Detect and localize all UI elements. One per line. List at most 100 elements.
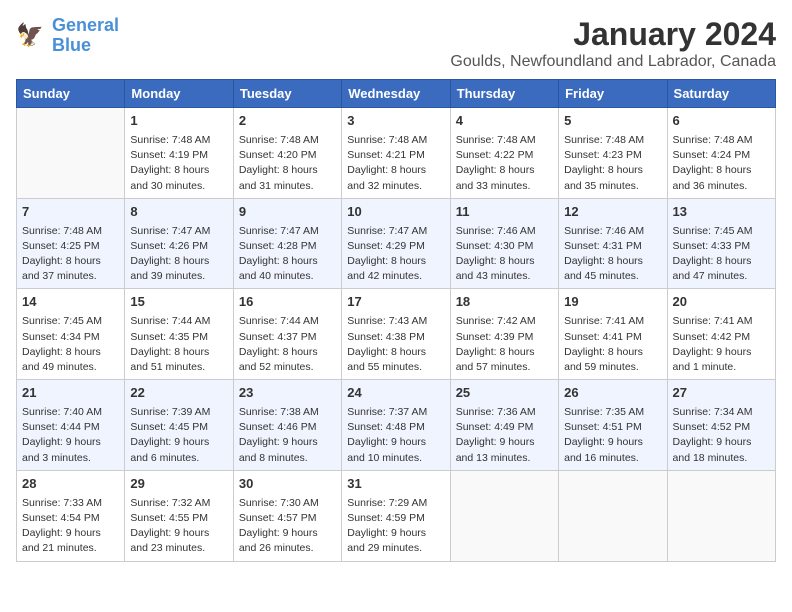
calendar-cell: 25Sunrise: 7:36 AMSunset: 4:49 PMDayligh… xyxy=(450,380,558,471)
day-number: 21 xyxy=(22,384,119,403)
calendar-cell: 27Sunrise: 7:34 AMSunset: 4:52 PMDayligh… xyxy=(667,380,775,471)
calendar-cell: 28 Sunrise: 7:33 AMSunset: 4:54 PMDayligh… xyxy=(17,470,125,561)
calendar-cell: 10Sunrise: 7:47 AMSunset: 4:29 PMDayligh… xyxy=(342,198,450,289)
weekday-header-cell: Wednesday xyxy=(342,80,450,108)
logo-line2: Blue xyxy=(52,35,91,55)
weekday-header-cell: Thursday xyxy=(450,80,558,108)
page-header: 🦅 General Blue January 2024 Goulds, Newf… xyxy=(16,16,776,71)
calendar-cell: 16 Sunrise: 7:44 AMSunset: 4:37 PMDayligh… xyxy=(233,289,341,380)
day-number: 23 xyxy=(239,384,336,403)
day-info: Sunrise: 7:47 AMSunset: 4:26 PMDaylight:… xyxy=(130,224,227,285)
day-number: 18 xyxy=(456,293,553,312)
weekday-header-cell: Tuesday xyxy=(233,80,341,108)
day-info: Sunrise: 7:43 AMSunset: 4:38 PMDaylight:… xyxy=(347,314,444,375)
calendar-cell: 12Sunrise: 7:46 AMSunset: 4:31 PMDayligh… xyxy=(559,198,667,289)
day-number: 13 xyxy=(673,203,770,222)
day-number: 5 xyxy=(564,112,661,131)
logo: 🦅 General Blue xyxy=(16,16,119,56)
day-number: 17 xyxy=(347,293,444,312)
calendar-cell xyxy=(559,470,667,561)
day-info: Sunrise: 7:45 AMSunset: 4:33 PMDaylight:… xyxy=(673,224,770,285)
day-number: 29 xyxy=(130,475,227,494)
day-number: 9 xyxy=(239,203,336,222)
calendar-cell: 20Sunrise: 7:41 AMSunset: 4:42 PMDayligh… xyxy=(667,289,775,380)
day-number: 19 xyxy=(564,293,661,312)
month-title: January 2024 xyxy=(450,16,776,53)
calendar-week-row: 7 Sunrise: 7:48 AMSunset: 4:25 PMDaylight… xyxy=(17,198,776,289)
weekday-header-cell: Monday xyxy=(125,80,233,108)
svg-text:🦅: 🦅 xyxy=(16,21,44,47)
day-info: Sunrise: 7:33 AMSunset: 4:54 PMDaylight:… xyxy=(22,496,119,557)
calendar-cell: 23 Sunrise: 7:38 AMSunset: 4:46 PMDayligh… xyxy=(233,380,341,471)
calendar-cell xyxy=(667,470,775,561)
day-number: 1 xyxy=(130,112,227,131)
calendar-cell: 24 Sunrise: 7:37 AMSunset: 4:48 PMDayligh… xyxy=(342,380,450,471)
day-info: Sunrise: 7:30 AMSunset: 4:57 PMDaylight:… xyxy=(239,496,336,557)
calendar-cell xyxy=(450,470,558,561)
day-info: Sunrise: 7:39 AMSunset: 4:45 PMDaylight:… xyxy=(130,405,227,466)
calendar-cell: 22Sunrise: 7:39 AMSunset: 4:45 PMDayligh… xyxy=(125,380,233,471)
day-info: Sunrise: 7:48 AMSunset: 4:25 PMDaylight:… xyxy=(22,224,119,285)
title-area: January 2024 Goulds, Newfoundland and La… xyxy=(450,16,776,71)
day-number: 31 xyxy=(347,475,444,494)
day-info: Sunrise: 7:41 AMSunset: 4:42 PMDaylight:… xyxy=(673,314,770,375)
calendar-cell: 5 Sunrise: 7:48 AMSunset: 4:23 PMDaylight… xyxy=(559,108,667,199)
day-number: 24 xyxy=(347,384,444,403)
calendar-week-row: 21 Sunrise: 7:40 AMSunset: 4:44 PMDayligh… xyxy=(17,380,776,471)
calendar-cell: 29 Sunrise: 7:32 AMSunset: 4:55 PMDayligh… xyxy=(125,470,233,561)
logo-icon: 🦅 xyxy=(16,20,48,52)
calendar-cell: 8 Sunrise: 7:47 AMSunset: 4:26 PMDaylight… xyxy=(125,198,233,289)
day-info: Sunrise: 7:37 AMSunset: 4:48 PMDaylight:… xyxy=(347,405,444,466)
day-info: Sunrise: 7:40 AMSunset: 4:44 PMDaylight:… xyxy=(22,405,119,466)
calendar-table: SundayMondayTuesdayWednesdayThursdayFrid… xyxy=(16,79,776,562)
calendar-cell: 3 Sunrise: 7:48 AMSunset: 4:21 PMDaylight… xyxy=(342,108,450,199)
weekday-header-row: SundayMondayTuesdayWednesdayThursdayFrid… xyxy=(17,80,776,108)
day-info: Sunrise: 7:42 AMSunset: 4:39 PMDaylight:… xyxy=(456,314,553,375)
day-number: 3 xyxy=(347,112,444,131)
day-number: 10 xyxy=(347,203,444,222)
day-info: Sunrise: 7:48 AMSunset: 4:20 PMDaylight:… xyxy=(239,133,336,194)
calendar-cell: 17 Sunrise: 7:43 AMSunset: 4:38 PMDayligh… xyxy=(342,289,450,380)
logo-text: General Blue xyxy=(52,16,119,56)
day-number: 16 xyxy=(239,293,336,312)
day-info: Sunrise: 7:48 AMSunset: 4:21 PMDaylight:… xyxy=(347,133,444,194)
day-info: Sunrise: 7:44 AMSunset: 4:35 PMDaylight:… xyxy=(130,314,227,375)
calendar-cell: 19Sunrise: 7:41 AMSunset: 4:41 PMDayligh… xyxy=(559,289,667,380)
day-number: 28 xyxy=(22,475,119,494)
day-info: Sunrise: 7:48 AMSunset: 4:19 PMDaylight:… xyxy=(130,133,227,194)
calendar-cell: 14Sunrise: 7:45 AMSunset: 4:34 PMDayligh… xyxy=(17,289,125,380)
day-number: 11 xyxy=(456,203,553,222)
calendar-cell: 30 Sunrise: 7:30 AMSunset: 4:57 PMDayligh… xyxy=(233,470,341,561)
day-number: 15 xyxy=(130,293,227,312)
day-number: 26 xyxy=(564,384,661,403)
day-info: Sunrise: 7:48 AMSunset: 4:23 PMDaylight:… xyxy=(564,133,661,194)
day-info: Sunrise: 7:36 AMSunset: 4:49 PMDaylight:… xyxy=(456,405,553,466)
calendar-week-row: 14Sunrise: 7:45 AMSunset: 4:34 PMDayligh… xyxy=(17,289,776,380)
calendar-cell: 4Sunrise: 7:48 AMSunset: 4:22 PMDaylight… xyxy=(450,108,558,199)
day-number: 6 xyxy=(673,112,770,131)
day-number: 7 xyxy=(22,203,119,222)
day-info: Sunrise: 7:44 AMSunset: 4:37 PMDaylight:… xyxy=(239,314,336,375)
calendar-cell: 6 Sunrise: 7:48 AMSunset: 4:24 PMDaylight… xyxy=(667,108,775,199)
calendar-week-row: 1 Sunrise: 7:48 AMSunset: 4:19 PMDaylight… xyxy=(17,108,776,199)
calendar-cell: 7 Sunrise: 7:48 AMSunset: 4:25 PMDaylight… xyxy=(17,198,125,289)
calendar-cell: 2Sunrise: 7:48 AMSunset: 4:20 PMDaylight… xyxy=(233,108,341,199)
day-info: Sunrise: 7:32 AMSunset: 4:55 PMDaylight:… xyxy=(130,496,227,557)
calendar-week-row: 28 Sunrise: 7:33 AMSunset: 4:54 PMDayligh… xyxy=(17,470,776,561)
day-info: Sunrise: 7:46 AMSunset: 4:30 PMDaylight:… xyxy=(456,224,553,285)
day-number: 14 xyxy=(22,293,119,312)
day-number: 27 xyxy=(673,384,770,403)
day-number: 30 xyxy=(239,475,336,494)
calendar-body: 1 Sunrise: 7:48 AMSunset: 4:19 PMDaylight… xyxy=(17,108,776,562)
day-info: Sunrise: 7:38 AMSunset: 4:46 PMDaylight:… xyxy=(239,405,336,466)
calendar-cell: 31Sunrise: 7:29 AMSunset: 4:59 PMDayligh… xyxy=(342,470,450,561)
location-title: Goulds, Newfoundland and Labrador, Canad… xyxy=(450,53,776,71)
calendar-cell xyxy=(17,108,125,199)
calendar-cell: 15 Sunrise: 7:44 AMSunset: 4:35 PMDayligh… xyxy=(125,289,233,380)
logo-line1: General xyxy=(52,15,119,35)
calendar-cell: 26Sunrise: 7:35 AMSunset: 4:51 PMDayligh… xyxy=(559,380,667,471)
day-info: Sunrise: 7:48 AMSunset: 4:24 PMDaylight:… xyxy=(673,133,770,194)
calendar-cell: 18 Sunrise: 7:42 AMSunset: 4:39 PMDayligh… xyxy=(450,289,558,380)
calendar-cell: 21 Sunrise: 7:40 AMSunset: 4:44 PMDayligh… xyxy=(17,380,125,471)
day-number: 8 xyxy=(130,203,227,222)
